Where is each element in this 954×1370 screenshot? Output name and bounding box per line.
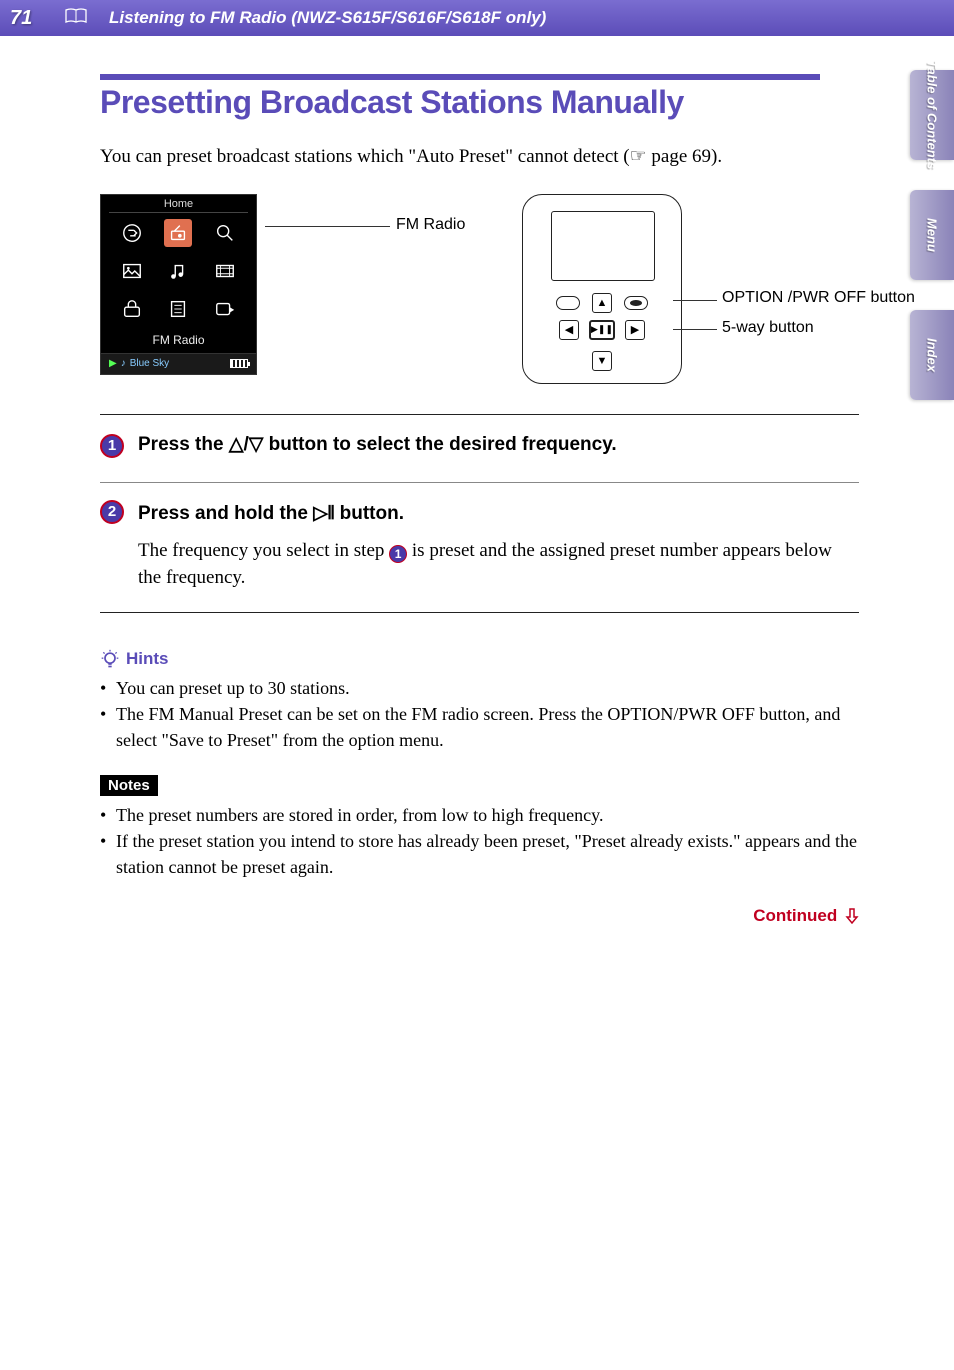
fm-lead-line <box>265 226 390 227</box>
note-item: The preset numbers are stored in order, … <box>100 802 859 828</box>
photo-icon <box>118 257 146 285</box>
steps-bottom-rule <box>100 612 859 613</box>
hint-item: You can preset up to 30 stations. <box>100 675 859 701</box>
notes-heading: Notes <box>100 775 158 796</box>
figure-row: Home FM Radio ▶ ♪ Blue Sky <box>100 194 859 384</box>
back-button <box>556 296 580 310</box>
home-screen-figure: Home FM Radio ▶ ♪ Blue Sky <box>100 194 257 375</box>
side-tabs: Table of Contents Menu Index <box>910 70 954 400</box>
play-pause-button: ▶❚❚ <box>589 320 615 340</box>
page-title: Presetting Broadcast Stations Manually <box>100 84 859 121</box>
right-button: ▶ <box>625 320 645 340</box>
now-playing-icon <box>211 295 239 323</box>
step-2-body: The frequency you select in step 1 is pr… <box>138 537 859 592</box>
battery-icon <box>230 359 248 368</box>
step-2-number: 2 <box>100 500 124 524</box>
tab-menu[interactable]: Menu <box>910 190 954 280</box>
up-button: ▲ <box>592 293 612 313</box>
step-1-number: 1 <box>100 434 124 458</box>
step-2-heading: Press and hold the ▷𝍪 button. <box>138 499 859 531</box>
shuffle-icon <box>118 219 146 247</box>
fm-radio-callout: FM Radio <box>396 216 465 234</box>
video-icon <box>211 257 239 285</box>
step-2: 2 Press and hold the ▷𝍪 button. The freq… <box>100 499 859 606</box>
home-menu-label: FM Radio <box>101 329 256 353</box>
settings-icon <box>118 295 146 323</box>
option-button <box>624 296 648 310</box>
option-button-callout: OPTION /PWR OFF button <box>722 289 915 307</box>
title-rule <box>100 74 820 80</box>
notes-list: The preset numbers are stored in order, … <box>100 802 859 880</box>
music-icon <box>164 257 192 285</box>
continued-indicator: Continued <box>100 906 859 926</box>
inline-step-ref: 1 <box>389 545 407 563</box>
hints-list: You can preset up to 30 stations. The FM… <box>100 675 859 753</box>
device-screen <box>551 211 655 281</box>
page-ref-icon: ☞ <box>630 146 647 167</box>
fiveway-lead-line <box>673 329 717 330</box>
down-button: ▼ <box>592 351 612 371</box>
home-screen-title: Home <box>101 195 256 210</box>
step-1-heading: Press the △/▽ button to select the desir… <box>138 433 859 456</box>
page-header: 71 Listening to FM Radio (NWZ-S615F/S616… <box>0 0 954 36</box>
step-1: 1 Press the △/▽ button to select the des… <box>100 433 859 476</box>
page-number: 71 <box>10 7 65 30</box>
home-footer: ▶ ♪ Blue Sky <box>101 353 256 374</box>
option-lead-line <box>673 300 717 301</box>
device-figure: ▲ ◀ ▶❚❚ ▶ ▼ <box>522 194 682 384</box>
tab-contents[interactable]: Table of Contents <box>910 70 954 160</box>
hint-item: The FM Manual Preset can be set on the F… <box>100 701 859 753</box>
intro-paragraph: You can preset broadcast stations which … <box>100 143 859 172</box>
bulb-icon <box>100 649 120 669</box>
fm-radio-icon <box>164 219 192 247</box>
step-separator <box>100 482 859 483</box>
note-item: If the preset station you intend to stor… <box>100 828 859 880</box>
book-icon <box>65 8 87 29</box>
chapter-title: Listening to FM Radio (NWZ-S615F/S616F/S… <box>109 8 546 28</box>
left-button: ◀ <box>559 320 579 340</box>
search-icon <box>211 219 239 247</box>
now-playing-text: ▶ ♪ Blue Sky <box>109 358 169 369</box>
home-icon-grid <box>101 213 256 329</box>
steps-top-rule <box>100 414 859 415</box>
page-content: Presetting Broadcast Stations Manually Y… <box>0 36 954 966</box>
fiveway-button-callout: 5-way button <box>722 319 814 337</box>
continued-arrow-icon <box>845 908 859 924</box>
playlist-icon <box>164 295 192 323</box>
hints-heading: Hints <box>100 649 859 669</box>
tab-index[interactable]: Index <box>910 310 954 400</box>
